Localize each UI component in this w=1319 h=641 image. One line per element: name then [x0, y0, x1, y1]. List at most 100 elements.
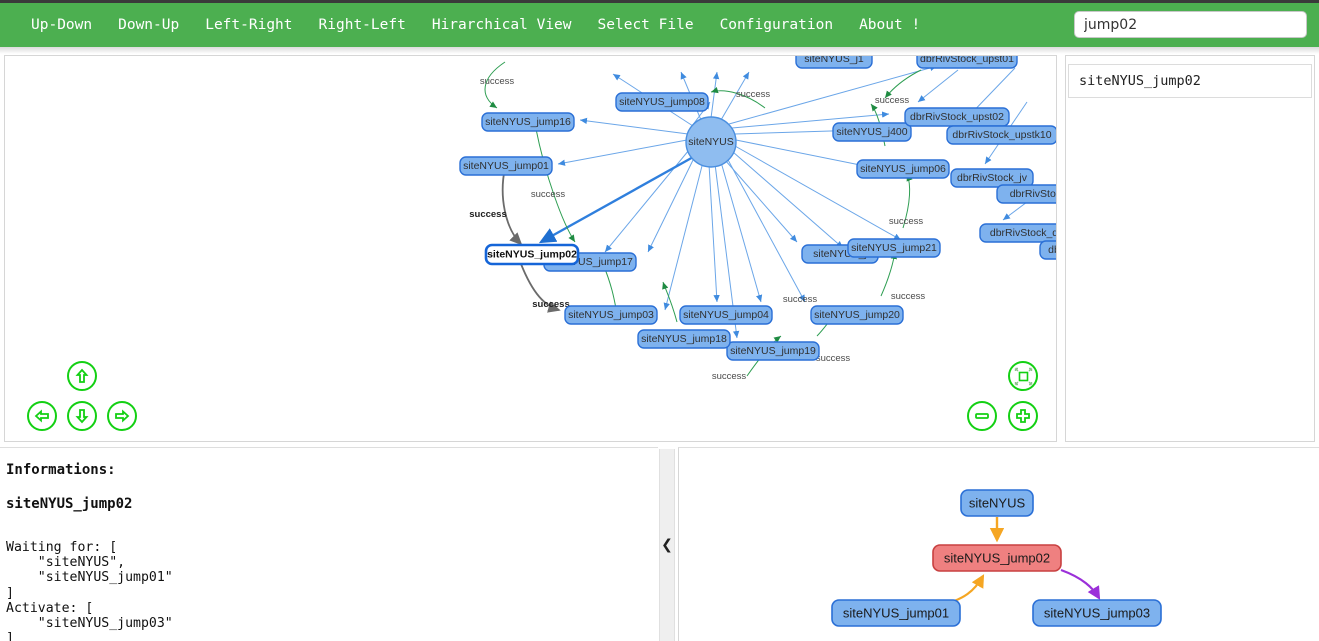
mini-graph-node[interactable]: siteNYUS [960, 489, 1034, 517]
svg-text:siteNYUS_jump02: siteNYUS_jump02 [487, 249, 577, 261]
panel-collapse-handle[interactable]: ❮ [659, 449, 675, 641]
svg-text:success: success [712, 371, 747, 382]
mini-graph-nodes[interactable]: siteNYUS siteNYUS_jump02 siteNYUS_jump01… [831, 489, 1162, 627]
arrow-right-icon [115, 409, 130, 423]
focused-node-graph-panel[interactable]: siteNYUS siteNYUS_jump02 siteNYUS_jump01… [678, 447, 1319, 641]
pan-down-button[interactable] [67, 401, 97, 431]
graph-node[interactable]: db [1039, 240, 1056, 260]
graph-node[interactable]: siteNYUS_j400 [832, 122, 912, 142]
mini-graph-node[interactable]: siteNYUS_jump03 [1032, 599, 1162, 627]
graph-node[interactable]: dbrRivStock_upstk10 [946, 125, 1056, 145]
focused-node-graph[interactable]: siteNYUS siteNYUS_jump02 siteNYUS_jump01… [679, 448, 1318, 640]
svg-text:success: success [816, 353, 851, 364]
svg-text:siteNYUS_jump21: siteNYUS_jump21 [851, 242, 937, 254]
graph-node[interactable]: siteNYUS_jump08 [615, 92, 709, 112]
svg-text:siteNYUS: siteNYUS [969, 496, 1026, 511]
svg-text:siteNYUS_jump02: siteNYUS_jump02 [944, 551, 1050, 566]
nav-item-about[interactable]: About ! [846, 11, 933, 39]
svg-text:dbrRivStock_upst02: dbrRivStock_upst02 [910, 111, 1004, 123]
svg-text:success: success [480, 76, 515, 87]
svg-text:siteNYUS: siteNYUS [688, 136, 734, 148]
graph-node-hub[interactable]: siteNYUS [685, 116, 737, 168]
graph-viewport[interactable]: success success success success success … [4, 55, 1057, 442]
svg-text:siteNYUS_jump18: siteNYUS_jump18 [641, 333, 727, 345]
svg-text:db: db [1048, 244, 1056, 256]
nav-item-up-down[interactable]: Up-Down [18, 11, 105, 39]
graph-node[interactable]: dbrRivStock_upst02 [904, 107, 1010, 127]
navbar-menu: Up-Down Down-Up Left-Right Right-Left Hi… [0, 11, 933, 39]
nav-item-left-right[interactable]: Left-Right [192, 11, 305, 39]
graph-node[interactable]: siteNYUS_jump03 [564, 305, 658, 325]
svg-text:success: success [532, 299, 570, 310]
nav-item-hierarchical-view[interactable]: Hirarchical View [419, 11, 585, 39]
graph-node[interactable]: siteNYUS_jump04 [679, 305, 773, 325]
chevron-left-icon: ❮ [661, 537, 673, 553]
search-results-panel: siteNYUS_jump02 [1065, 55, 1315, 442]
top-navbar: Up-Down Down-Up Left-Right Right-Left Hi… [0, 0, 1319, 47]
graph-node[interactable]: siteNYUS_j1 [795, 56, 873, 69]
minus-icon [975, 413, 989, 419]
svg-text:siteNYUS_jump08: siteNYUS_jump08 [619, 96, 705, 108]
svg-text:siteNYUS_jump01: siteNYUS_jump01 [463, 160, 549, 172]
svg-text:success: success [783, 294, 818, 305]
dependency-graph[interactable]: success success success success success … [5, 56, 1056, 441]
search-result-item[interactable]: siteNYUS_jump02 [1068, 64, 1312, 98]
graph-node[interactable]: siteNYUS_jump06 [856, 159, 950, 179]
graph-node[interactable]: dbrRivStock [996, 184, 1056, 204]
svg-text:siteNYUS_jump06: siteNYUS_jump06 [860, 163, 946, 175]
pan-right-button[interactable] [107, 401, 137, 431]
arrow-up-icon [75, 368, 89, 383]
mini-graph-node-focused[interactable]: siteNYUS_jump02 [932, 544, 1062, 572]
search-input[interactable] [1074, 11, 1307, 38]
svg-text:success: success [469, 209, 507, 220]
svg-text:siteNYUS_jump01: siteNYUS_jump01 [843, 606, 949, 621]
svg-text:success: success [875, 95, 910, 106]
graph-node-selected[interactable]: siteNYUS_jump02 [484, 243, 580, 266]
graph-node[interactable]: siteNYUS_jump20 [810, 305, 904, 325]
svg-text:dbrRivStock_upst01: dbrRivStock_upst01 [920, 56, 1014, 65]
svg-text:siteNYUS_jump19: siteNYUS_jump19 [730, 345, 816, 357]
svg-text:siteNYUS_jump03: siteNYUS_jump03 [568, 309, 654, 321]
zoom-in-button[interactable] [1008, 401, 1038, 431]
graph-node[interactable]: siteNYUS_jump18 [637, 329, 731, 349]
graph-node[interactable]: dbrRivStock_d [979, 223, 1056, 243]
info-heading: Informations: [6, 462, 116, 478]
svg-text:siteNYUS_j1: siteNYUS_j1 [804, 56, 864, 65]
graph-node[interactable]: siteNYUS_jump19 [726, 341, 820, 361]
svg-text:dbrRivStock: dbrRivStock [1010, 188, 1056, 200]
plus-icon [1016, 409, 1030, 423]
svg-text:success: success [531, 189, 566, 200]
zoom-out-button[interactable] [967, 401, 997, 431]
mini-graph-node[interactable]: siteNYUS_jump01 [831, 599, 961, 627]
arrow-left-icon [34, 409, 49, 423]
nav-item-select-file[interactable]: Select File [585, 11, 707, 39]
svg-text:success: success [889, 216, 924, 227]
graph-node[interactable]: siteNYUS_jump21 [847, 238, 941, 258]
graph-node[interactable]: dbrRivStock_upst01 [916, 56, 1018, 69]
info-node-name: siteNYUS_jump02 [6, 496, 133, 512]
fit-screen-icon [1014, 367, 1032, 385]
nav-item-down-up[interactable]: Down-Up [105, 11, 192, 39]
graph-nodes[interactable]: siteNYUS_j1 dbrRivStock_upst01 siteNYUS_… [459, 56, 1056, 361]
svg-text:siteNYUS_jump04: siteNYUS_jump04 [683, 309, 769, 321]
pan-up-button[interactable] [67, 361, 97, 391]
pan-left-button[interactable] [27, 401, 57, 431]
info-details: Waiting for: [ "siteNYUS", "siteNYUS_jum… [6, 540, 173, 641]
svg-text:siteNYUS_jump16: siteNYUS_jump16 [485, 116, 571, 128]
arrow-down-icon [75, 409, 89, 424]
graph-node[interactable]: siteNYUS_jump01 [459, 156, 553, 176]
svg-text:dbrRivStock_upstk10: dbrRivStock_upstk10 [952, 129, 1051, 141]
fit-to-screen-button[interactable] [1008, 361, 1038, 391]
svg-text:siteNYUS_jump03: siteNYUS_jump03 [1044, 606, 1150, 621]
navbar-shadow [0, 47, 1319, 54]
svg-text:siteNYUS_jump20: siteNYUS_jump20 [814, 309, 900, 321]
graph-node[interactable]: siteNYUS_jump16 [481, 112, 575, 132]
search-container [1074, 11, 1307, 38]
nav-item-configuration[interactable]: Configuration [707, 11, 847, 39]
svg-text:dbrRivStock_d: dbrRivStock_d [990, 227, 1056, 239]
svg-text:dbrRivStock_jv: dbrRivStock_jv [957, 172, 1028, 184]
svg-text:siteNYUS_j400: siteNYUS_j400 [836, 126, 907, 138]
svg-text:success: success [736, 89, 771, 100]
nav-item-right-left[interactable]: Right-Left [306, 11, 419, 39]
svg-text:success: success [891, 291, 926, 302]
